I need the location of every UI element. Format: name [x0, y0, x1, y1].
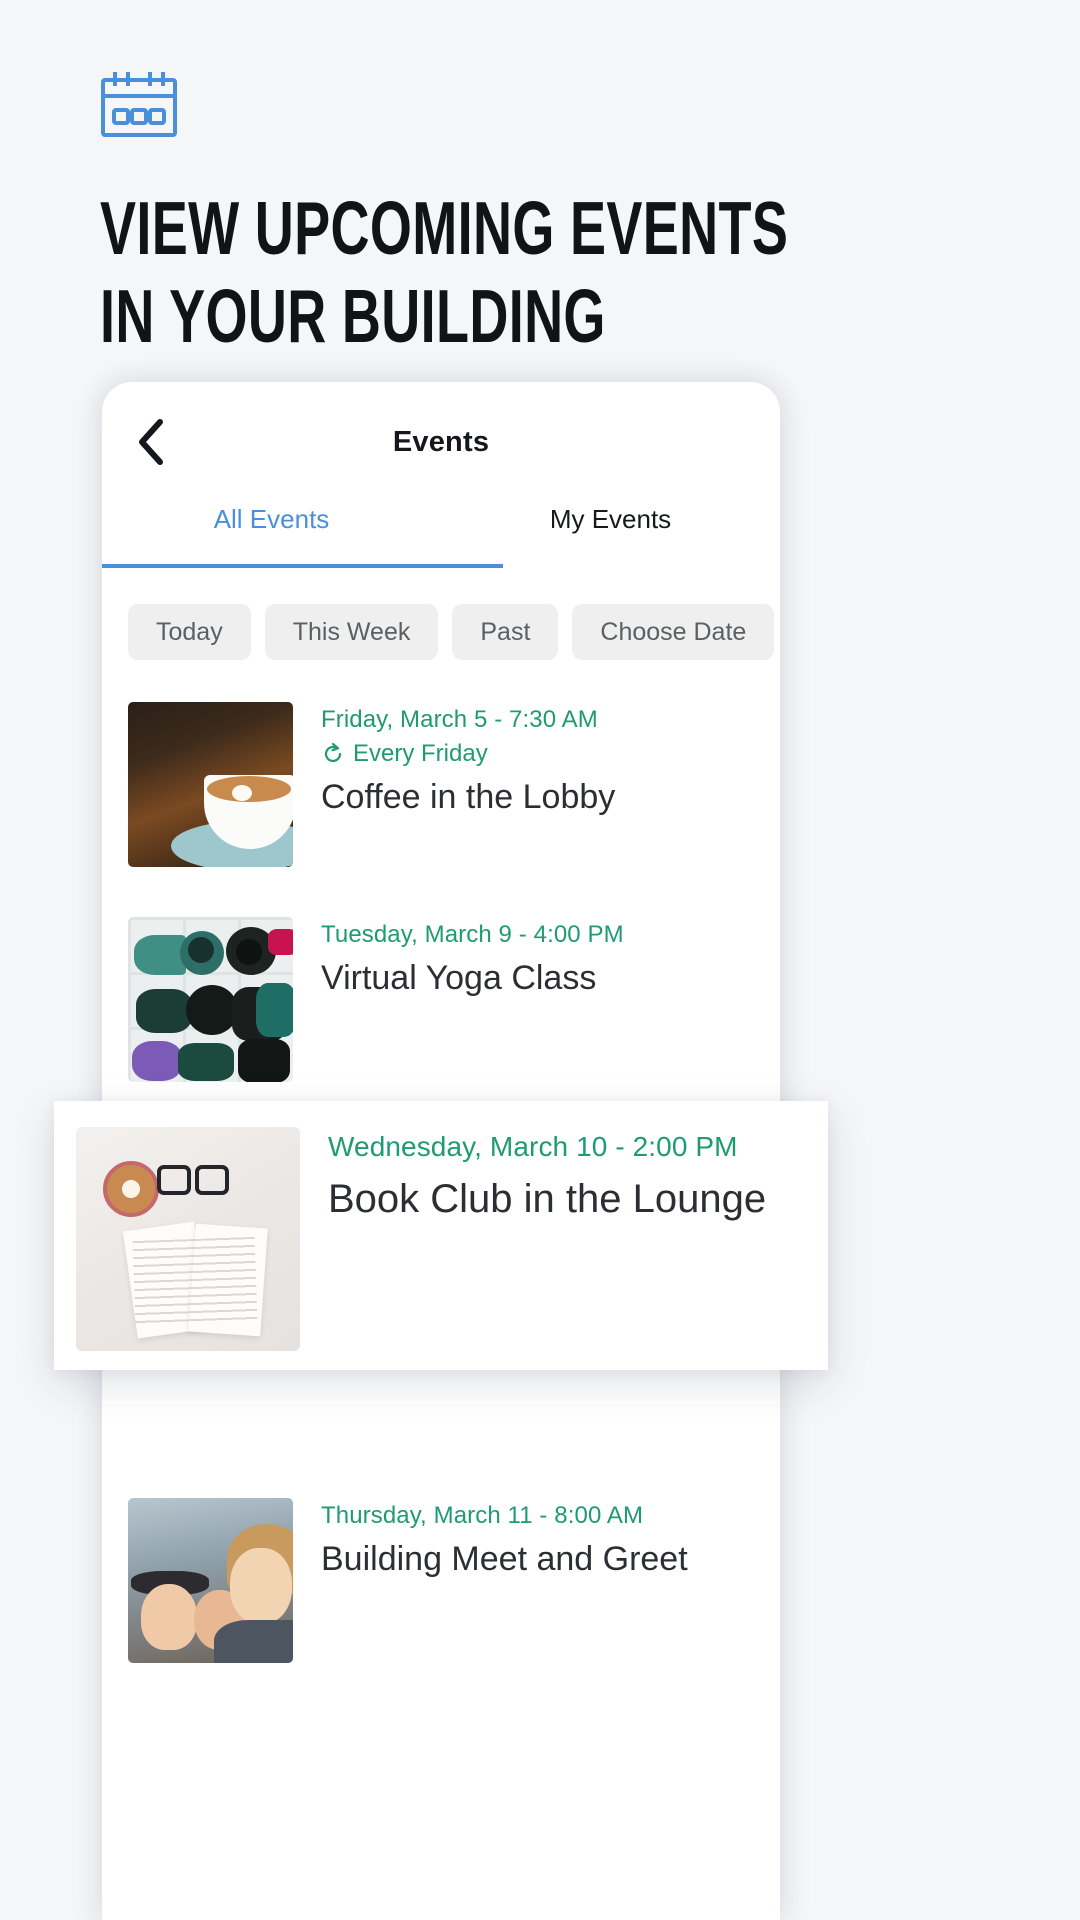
page-title-line-1: VIEW UPCOMING EVENTS: [100, 186, 789, 270]
filter-chip-past[interactable]: Past: [452, 604, 559, 660]
event-title: Coffee in the Lobby: [321, 778, 616, 816]
filter-chip-choose-date-label: Choose Date: [600, 617, 747, 646]
tab-my-events-label: My Events: [549, 504, 672, 534]
filter-chip-row: Today This Week Past Choose Date: [102, 564, 780, 660]
refresh-icon: [324, 742, 342, 763]
page-title-line-2: IN YOUR BUILDING: [100, 274, 606, 358]
event-datetime: Tuesday, March 9 - 4:00 PM: [321, 921, 624, 948]
list-item[interactable]: Friday, March 5 - 7:30 AM Every Friday C…: [128, 686, 780, 901]
filter-chip-this-week[interactable]: This Week: [264, 604, 439, 660]
yoga-mats-photo: [128, 917, 293, 1082]
tab-all-events[interactable]: All Events: [102, 502, 503, 568]
event-datetime: Thursday, March 11 - 8:00 AM: [321, 1502, 644, 1529]
open-book-latte-photo: [76, 1127, 300, 1351]
app-navbar: Events: [102, 382, 780, 502]
event-recurrence: Every Friday: [321, 740, 615, 768]
filter-chip-this-week-label: This Week: [292, 617, 411, 646]
page-title: VIEW UPCOMING EVENTS IN YOUR BUILDING: [100, 184, 788, 360]
people-smiling-photo: [128, 1498, 293, 1663]
coffee-cup-photo: [128, 702, 293, 867]
app-title: Events: [392, 425, 490, 458]
back-button[interactable]: [124, 415, 178, 469]
tab-bar: All Events My Events: [102, 502, 780, 568]
tab-my-events[interactable]: My Events: [441, 502, 780, 564]
hero-section: VIEW UPCOMING EVENTS IN YOUR BUILDING: [100, 70, 980, 360]
event-recurrence-label: Every Friday: [353, 740, 488, 767]
list-item[interactable]: Thursday, March 11 - 8:00 AM Building Me…: [128, 1482, 780, 1697]
event-title: Virtual Yoga Class: [321, 959, 597, 997]
event-details: Thursday, March 11 - 8:00 AM Building Me…: [321, 1498, 688, 1663]
event-title: Building Meet and Greet: [321, 1540, 688, 1578]
event-datetime: Wednesday, March 10 - 2:00 PM: [328, 1131, 738, 1162]
highlighted-event-card[interactable]: Wednesday, March 10 - 2:00 PM Book Club …: [54, 1101, 828, 1370]
event-details: Friday, March 5 - 7:30 AM Every Friday C…: [321, 702, 615, 867]
calendar-icon: [101, 72, 177, 137]
chevron-left-icon: [139, 419, 163, 465]
filter-chip-past-label: Past: [480, 617, 531, 646]
event-details: Tuesday, March 9 - 4:00 PM Virtual Yoga …: [321, 917, 624, 1082]
event-details: Wednesday, March 10 - 2:00 PM Book Club …: [328, 1127, 766, 1370]
event-datetime: Friday, March 5 - 7:30 AM: [321, 706, 598, 733]
filter-chip-today-label: Today: [156, 617, 223, 646]
filter-chip-choose-date[interactable]: Choose Date: [572, 604, 775, 660]
filter-chip-today[interactable]: Today: [128, 604, 251, 660]
event-title: Book Club in the Lounge: [328, 1177, 767, 1221]
tab-all-events-label: All Events: [213, 504, 330, 534]
